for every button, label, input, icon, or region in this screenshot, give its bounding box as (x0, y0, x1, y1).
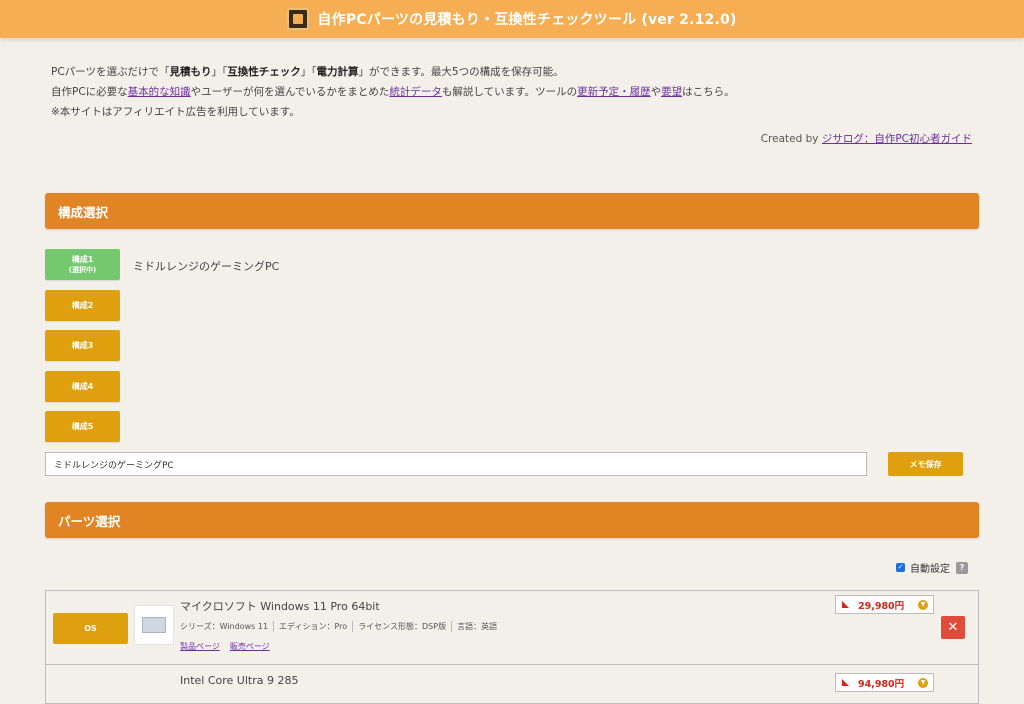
delete-part-button[interactable]: ✕ (941, 616, 965, 639)
chevron-down-icon: ▼ (918, 678, 928, 688)
config-section-header: 構成選択 (45, 193, 979, 229)
part-row-os: OS マイクロソフト Windows 11 Pro 64bit シリーズ：Win… (45, 590, 979, 665)
auto-setting-label: 自動設定 (910, 564, 950, 575)
config-button-label: 構成2 (71, 301, 94, 310)
memo-save-button[interactable]: メモ保存 (888, 452, 963, 476)
config-selected-note: (選択中) (68, 265, 97, 274)
config-button-1[interactable]: 構成1 (選択中) (45, 249, 120, 280)
intro-text-segment: 」ができます。最大5つの構成を保存可能。 (358, 66, 564, 78)
spec-edition: エディション：Pro (274, 621, 354, 632)
config-button-label: 構成3 (71, 341, 94, 350)
intro-line-1: PCパーツを選ぶだけで「見積もり」「互換性チェック」「電力計算」ができます。最大… (51, 62, 735, 82)
credit-prefix: Created by (760, 133, 822, 145)
config-button-label: 構成4 (71, 382, 94, 391)
close-icon: ✕ (947, 620, 959, 635)
config-button-label: 構成1 (71, 254, 94, 264)
product-thumbnail (134, 605, 174, 645)
config-button-2[interactable]: 構成2 (45, 290, 120, 321)
help-icon[interactable]: ? (956, 561, 968, 574)
page-title: 自作PCパーツの見積もり・互換性チェックツール (ver 2.12.0) (317, 12, 737, 28)
intro-line-3: ※本サイトはアフィリエイト広告を利用しています。 (51, 106, 300, 118)
part-name: Intel Core Ultra 9 285 (180, 674, 299, 687)
sales-page-link[interactable]: 販売ページ (230, 641, 270, 652)
intro-bold-power: 電力計算 (316, 66, 359, 78)
intro-text-segment: PCパーツを選ぶだけで「 (51, 66, 170, 78)
chevron-down-icon: ▼ (918, 600, 928, 610)
credit-line: Created by ジサログ：自作PC初心者ガイド (761, 131, 972, 146)
link-update-history[interactable]: 更新予定・履歴 (577, 86, 651, 98)
intro-text-segment: 」「 (300, 66, 317, 78)
memo-input[interactable] (45, 452, 867, 476)
spec-license: ライセンス形態：DSP版 (353, 621, 453, 632)
intro-text-segment: はこちら。 (682, 86, 735, 98)
auto-setting: ✓ 自動設定 ? (896, 560, 968, 575)
parts-section-title: パーツ選択 (58, 513, 121, 529)
config-button-label: 構成5 (71, 422, 94, 431)
part-row-cpu: Intel Core Ultra 9 285 94,980円 ▼ (45, 664, 979, 704)
spec-series: シリーズ：Windows 11 (180, 621, 275, 632)
part-name: マイクロソフト Windows 11 Pro 64bit (180, 600, 380, 613)
intro-text: PCパーツを選ぶだけで「見積もり」「互換性チェック」「電力計算」ができます。最大… (51, 62, 735, 122)
config-button-4[interactable]: 構成4 (45, 371, 120, 402)
config-button-5[interactable]: 構成5 (45, 411, 120, 442)
intro-bold-estimate: 見積もり (169, 66, 212, 78)
part-specs: シリーズ：Windows 11 エディション：Pro ライセンス形態：DSP版 … (180, 621, 502, 632)
product-page-link[interactable]: 製品ページ (180, 641, 220, 652)
intro-bold-compat: 互換性チェック (227, 66, 301, 78)
intro-text-segment: やユーザーが何を選んでいるかをまとめた (190, 86, 390, 98)
intro-line-2: 自作PCに必要な基本的な知識やユーザーが何を選んでいるかをまとめた統計データも解… (51, 82, 735, 102)
link-statistics[interactable]: 統計データ (389, 86, 442, 98)
link-basic-knowledge[interactable]: 基本的な知識 (128, 86, 191, 98)
config-button-3[interactable]: 構成3 (45, 330, 120, 361)
spec-language: 言語：英語 (457, 622, 498, 631)
windows-box-image (142, 617, 166, 633)
intro-text-segment: 」「 (211, 66, 228, 78)
parts-section-header: パーツ選択 (45, 502, 979, 538)
part-links: 製品ページ 販売ページ (180, 641, 270, 652)
price-flag-icon (842, 601, 849, 608)
app-header: 自作PCパーツの見積もり・互換性チェックツール (ver 2.12.0) (0, 0, 1024, 38)
link-requests[interactable]: 要望 (661, 86, 682, 98)
config-section-title: 構成選択 (58, 204, 109, 220)
price-value: 29,980円 (858, 600, 905, 612)
active-config-name: ミドルレンジのゲーミングPC (133, 260, 280, 273)
intro-text-segment: 自作PCに必要な (51, 86, 128, 98)
link-jisalog[interactable]: ジサログ：自作PC初心者ガイド (822, 133, 972, 145)
intro-text-segment: や (650, 86, 662, 98)
category-button-os[interactable]: OS (53, 613, 128, 644)
auto-setting-checkbox[interactable]: ✓ (896, 563, 905, 572)
intro-text-segment: も解説しています。ツールの (441, 86, 578, 98)
price-dropdown[interactable]: 29,980円 ▼ (835, 595, 934, 614)
cpu-logo-icon (287, 8, 310, 30)
